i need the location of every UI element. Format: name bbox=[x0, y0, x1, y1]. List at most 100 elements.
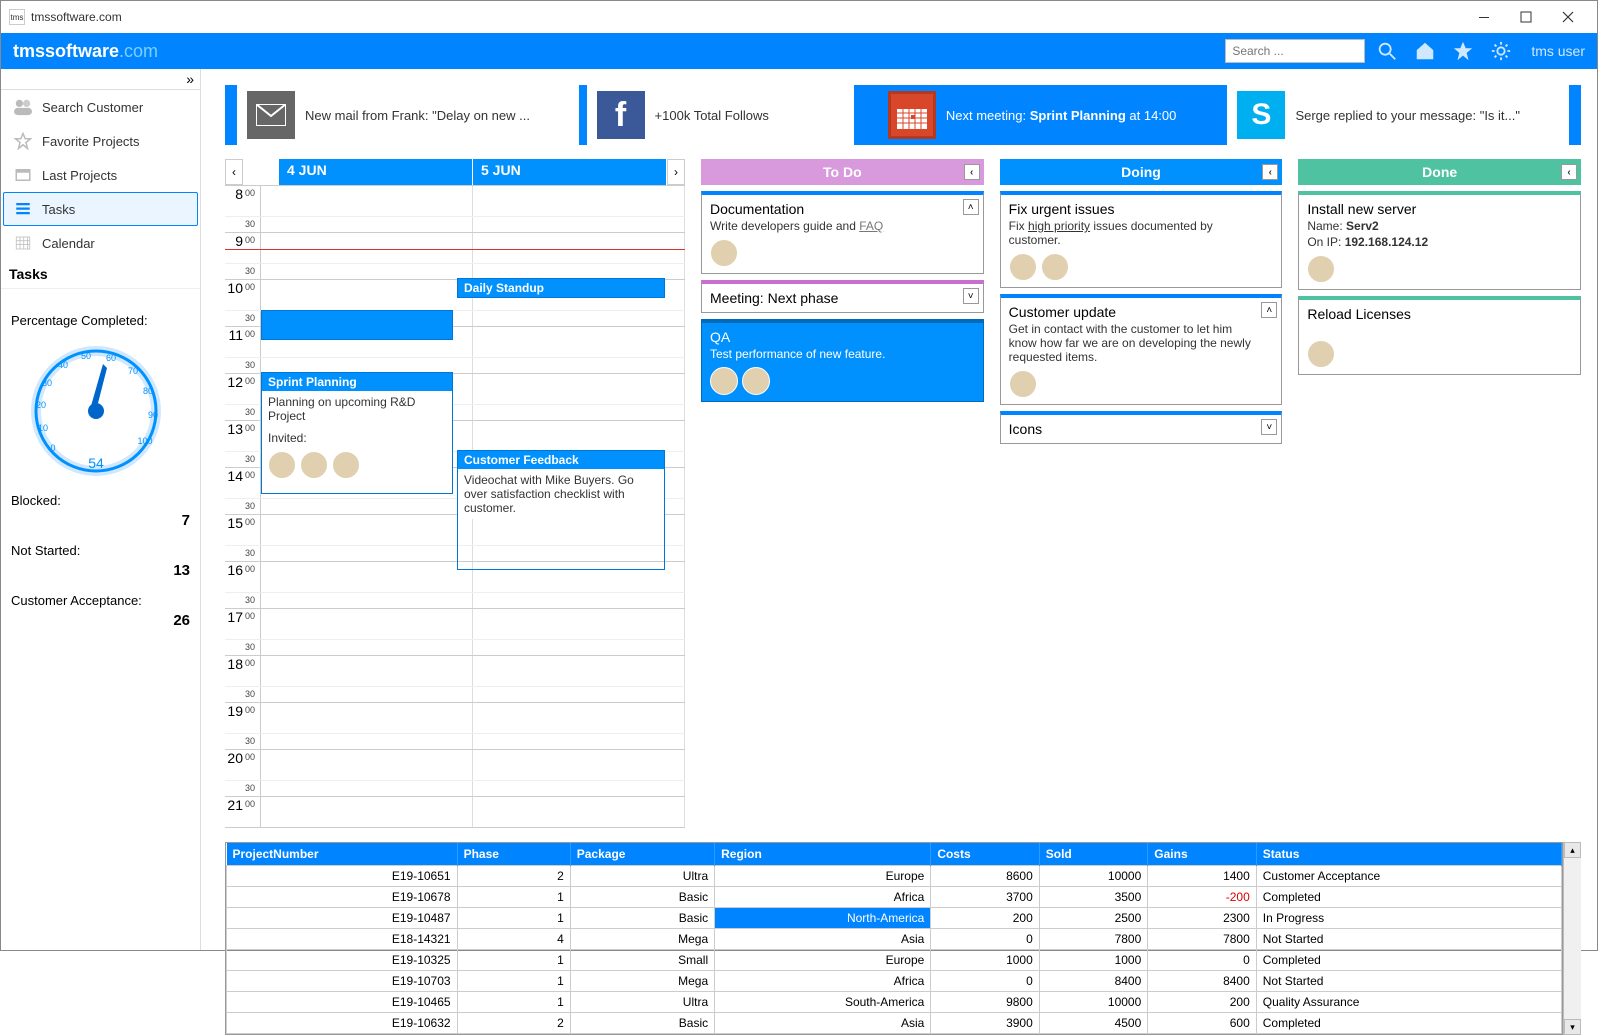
calendar-next-button[interactable]: › bbox=[667, 159, 685, 185]
grid-cell[interactable]: 3500 bbox=[1039, 887, 1148, 908]
home-icon[interactable] bbox=[1409, 35, 1441, 67]
window-minimize-button[interactable] bbox=[1463, 3, 1505, 31]
grid-cell[interactable]: Ultra bbox=[570, 992, 714, 1013]
grid-cell[interactable]: 1400 bbox=[1148, 866, 1256, 887]
grid-header-cell[interactable]: Gains bbox=[1148, 843, 1256, 866]
grid-cell[interactable]: 0 bbox=[931, 929, 1039, 950]
calendar-body[interactable]: 8003090030100030110030120030130030140030… bbox=[225, 185, 685, 828]
scroll-up-icon[interactable]: ▴ bbox=[1564, 842, 1581, 858]
table-row[interactable]: E19-103251SmallEurope100010000Completed bbox=[227, 950, 1562, 971]
grid-cell[interactable]: 2300 bbox=[1148, 908, 1256, 929]
notif-skype[interactable]: S Serge replied to your message: "Is it.… bbox=[1227, 85, 1569, 145]
grid-cell[interactable]: 0 bbox=[1148, 950, 1256, 971]
notif-meeting[interactable]: Next meeting: Sprint Planning at 14:00 bbox=[878, 85, 1220, 145]
grid-header-cell[interactable]: ProjectNumber bbox=[227, 843, 458, 866]
kanban-card[interactable]: Fix urgent issues Fix high priority issu… bbox=[1000, 191, 1283, 288]
grid-cell[interactable]: E19-10651 bbox=[227, 866, 458, 887]
grid-cell[interactable]: 1 bbox=[457, 992, 570, 1013]
kanban-card[interactable]: ˄ Customer update Get in contact with th… bbox=[1000, 294, 1283, 405]
kanban-card-selected[interactable]: QA Test performance of new feature. bbox=[701, 319, 984, 402]
table-row[interactable]: E19-107031MegaAfrica084008400Not Started bbox=[227, 971, 1562, 992]
calendar-event-sprint[interactable]: Sprint Planning Planning on upcoming R&D… bbox=[261, 372, 453, 494]
grid-cell[interactable]: 1 bbox=[457, 887, 570, 908]
sidebar-item-search-customer[interactable]: Search Customer bbox=[3, 90, 198, 124]
grid-header-cell[interactable]: Region bbox=[715, 843, 931, 866]
grid-cell[interactable]: E19-10465 bbox=[227, 992, 458, 1013]
kanban-card[interactable]: Install new server Name: Serv2 On IP: 19… bbox=[1298, 191, 1581, 290]
grid-cell[interactable]: 2 bbox=[457, 866, 570, 887]
grid-cell[interactable]: 2 bbox=[457, 1013, 570, 1034]
grid-cell[interactable]: 200 bbox=[931, 908, 1039, 929]
chevron-down-icon[interactable]: ˅ bbox=[963, 288, 979, 304]
grid-cell[interactable]: 1000 bbox=[1039, 950, 1148, 971]
grid-header-cell[interactable]: Costs bbox=[931, 843, 1039, 866]
calendar-day-header[interactable]: 5 JUN bbox=[473, 159, 667, 185]
grid-cell[interactable]: E19-10487 bbox=[227, 908, 458, 929]
user-label[interactable]: tms user bbox=[1531, 43, 1585, 59]
calendar-event-block[interactable] bbox=[261, 310, 453, 340]
sidebar-item-tasks[interactable]: Tasks bbox=[3, 192, 198, 226]
grid-cell[interactable]: Basic bbox=[570, 1013, 714, 1034]
grid-cell[interactable]: 8400 bbox=[1148, 971, 1256, 992]
grid-cell[interactable]: Quality Assurance bbox=[1256, 992, 1561, 1013]
grid-cell[interactable]: Mega bbox=[570, 929, 714, 950]
notif-mail[interactable]: New mail from Frank: "Delay on new ... bbox=[237, 85, 579, 145]
window-close-button[interactable] bbox=[1547, 3, 1589, 31]
window-maximize-button[interactable] bbox=[1505, 3, 1547, 31]
grid-cell[interactable]: 1 bbox=[457, 971, 570, 992]
grid-cell[interactable]: 4 bbox=[457, 929, 570, 950]
sidebar-item-favorite-projects[interactable]: Favorite Projects bbox=[3, 124, 198, 158]
grid-cell[interactable]: 1000 bbox=[931, 950, 1039, 971]
grid-cell[interactable]: Not Started bbox=[1256, 971, 1561, 992]
grid-cell[interactable]: 8400 bbox=[1039, 971, 1148, 992]
table-row[interactable]: E19-104871BasicNorth-America20025002300I… bbox=[227, 908, 1562, 929]
grid-cell[interactable]: 2500 bbox=[1039, 908, 1148, 929]
grid-cell[interactable]: Completed bbox=[1256, 1013, 1561, 1034]
table-row[interactable]: E19-106512UltraEurope8600100001400Custom… bbox=[227, 866, 1562, 887]
grid-cell[interactable]: Africa bbox=[715, 971, 931, 992]
chevron-up-icon[interactable]: ˄ bbox=[963, 199, 979, 215]
grid-cell[interactable]: Basic bbox=[570, 908, 714, 929]
grid-cell[interactable]: Not Started bbox=[1256, 929, 1561, 950]
grid-cell[interactable]: E19-10325 bbox=[227, 950, 458, 971]
grid-cell[interactable]: Africa bbox=[715, 887, 931, 908]
calendar-prev-button[interactable]: ‹ bbox=[225, 159, 243, 185]
grid-cell[interactable]: 7800 bbox=[1148, 929, 1256, 950]
grid-cell[interactable]: 3700 bbox=[931, 887, 1039, 908]
calendar-event-standup[interactable]: Daily Standup bbox=[457, 278, 665, 298]
grid-cell[interactable]: 8600 bbox=[931, 866, 1039, 887]
grid-cell[interactable]: 1 bbox=[457, 908, 570, 929]
grid-cell[interactable]: E19-10632 bbox=[227, 1013, 458, 1034]
table-row[interactable]: E19-104651UltraSouth-America980010000200… bbox=[227, 992, 1562, 1013]
sidebar-item-calendar[interactable]: Calendar bbox=[3, 226, 198, 260]
grid-cell[interactable]: Asia bbox=[715, 929, 931, 950]
grid-cell[interactable]: North-America bbox=[715, 908, 931, 929]
chevron-left-icon[interactable]: ‹ bbox=[964, 164, 980, 180]
grid-cell[interactable]: 3900 bbox=[931, 1013, 1039, 1034]
grid-cell[interactable]: Asia bbox=[715, 1013, 931, 1034]
grid-cell[interactable]: 600 bbox=[1148, 1013, 1256, 1034]
sidebar-collapse-button[interactable]: » bbox=[1, 69, 200, 90]
grid-cell[interactable]: Basic bbox=[570, 887, 714, 908]
grid-cell[interactable]: Mega bbox=[570, 971, 714, 992]
grid-cell[interactable]: 0 bbox=[931, 971, 1039, 992]
grid-cell[interactable]: 10000 bbox=[1039, 866, 1148, 887]
grid-header-cell[interactable]: Package bbox=[570, 843, 714, 866]
grid-header-cell[interactable]: Sold bbox=[1039, 843, 1148, 866]
grid-cell[interactable]: Ultra bbox=[570, 866, 714, 887]
table-row[interactable]: E19-106322BasicAsia39004500600Completed bbox=[227, 1013, 1562, 1034]
table-row[interactable]: E19-106781BasicAfrica37003500-200Complet… bbox=[227, 887, 1562, 908]
kanban-card[interactable]: ˄ Documentation Write developers guide a… bbox=[701, 191, 984, 274]
scroll-down-icon[interactable]: ▾ bbox=[1564, 1019, 1581, 1035]
notif-facebook[interactable]: f +100k Total Follows bbox=[587, 85, 854, 145]
search-icon[interactable] bbox=[1371, 35, 1403, 67]
grid-cell[interactable]: 10000 bbox=[1039, 992, 1148, 1013]
grid-cell[interactable]: E19-10678 bbox=[227, 887, 458, 908]
grid-cell[interactable]: -200 bbox=[1148, 887, 1256, 908]
table-row[interactable]: E18-143214MegaAsia078007800Not Started bbox=[227, 929, 1562, 950]
grid-cell[interactable]: Small bbox=[570, 950, 714, 971]
gear-icon[interactable] bbox=[1485, 35, 1517, 67]
grid-cell[interactable]: 9800 bbox=[931, 992, 1039, 1013]
calendar-day-header[interactable]: 4 JUN bbox=[279, 159, 473, 185]
grid-cell[interactable]: 7800 bbox=[1039, 929, 1148, 950]
